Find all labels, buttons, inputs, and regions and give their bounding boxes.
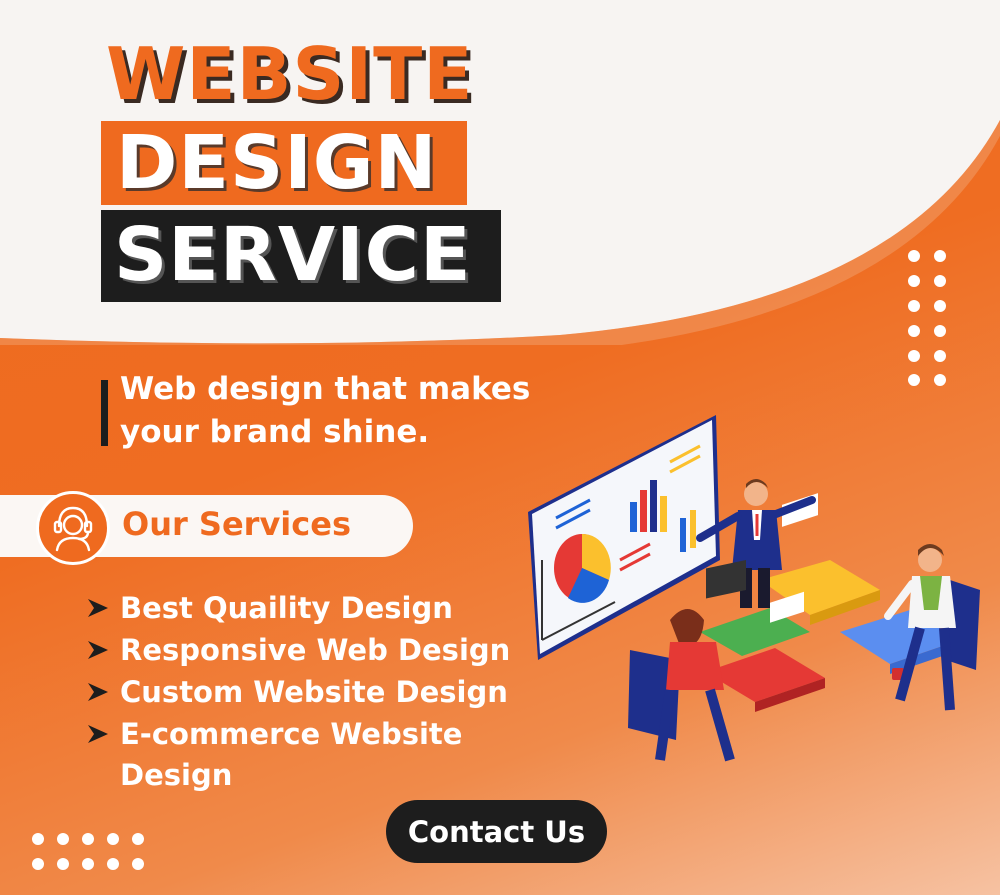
poster: WEBSITE DESIGN SERVICE Web design that m… bbox=[0, 0, 1000, 895]
dot-grid-decoration-right bbox=[908, 250, 946, 386]
service-item-label: Responsive Web Design bbox=[120, 633, 511, 667]
contact-us-button[interactable]: Contact Us bbox=[386, 800, 607, 863]
chevron-right-icon bbox=[88, 641, 108, 659]
team-meeting-illustration bbox=[528, 415, 980, 762]
service-item-label: E-commerce Website Design bbox=[120, 717, 463, 793]
title-line-design: DESIGN bbox=[116, 120, 438, 206]
title-line-website: WEBSITE bbox=[106, 32, 474, 116]
services-heading: Our Services bbox=[122, 505, 351, 543]
chevron-right-icon bbox=[88, 725, 108, 743]
tagline-line-1: Web design that makes bbox=[120, 371, 531, 407]
service-item-label: Custom Website Design bbox=[120, 675, 508, 709]
tagline-line-2: your brand shine. bbox=[120, 414, 430, 450]
service-item-label: Best Quaility Design bbox=[120, 591, 453, 625]
chevron-right-icon bbox=[88, 683, 108, 701]
customer-support-icon bbox=[36, 491, 110, 565]
dot-grid-decoration-bottom bbox=[32, 833, 144, 870]
tagline-accent-bar bbox=[101, 380, 108, 446]
title-line-service: SERVICE bbox=[114, 212, 472, 298]
chevron-right-icon bbox=[88, 599, 108, 617]
